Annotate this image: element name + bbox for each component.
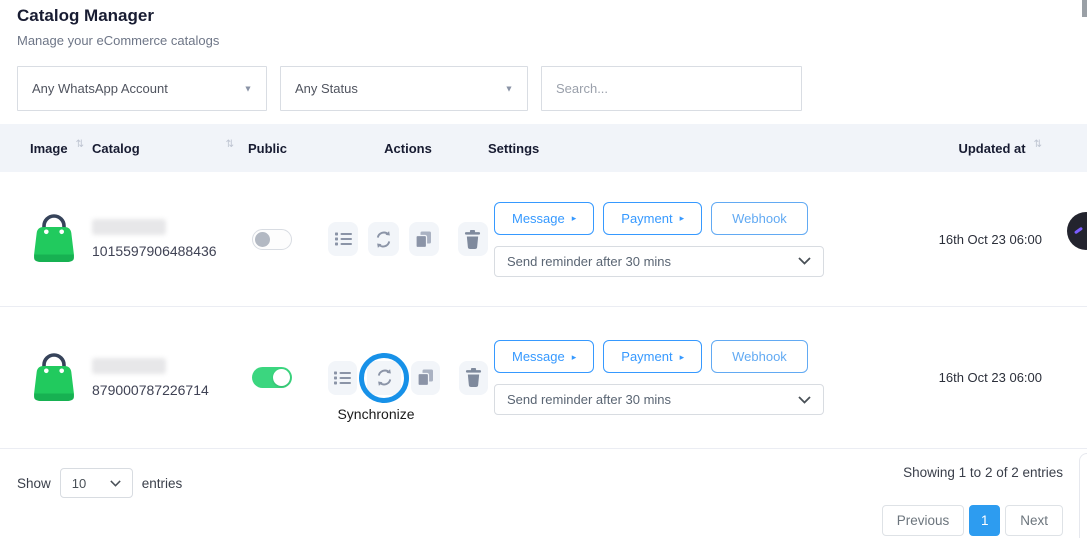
whatsapp-account-select[interactable]: Any WhatsApp Account ▼ — [17, 66, 267, 111]
delete-button[interactable] — [459, 361, 488, 395]
public-toggle-off[interactable] — [252, 229, 292, 250]
caret-right-icon: ▸ — [680, 352, 685, 363]
chevron-down-icon — [798, 257, 811, 265]
payment-button[interactable]: Payment ▸ — [603, 340, 702, 373]
settings-buttons: Message ▸ Payment ▸ Webhook — [494, 202, 870, 235]
caret-right-icon: ▸ — [680, 213, 685, 224]
actions-cell: Synchronize — [328, 361, 488, 395]
reminder-select[interactable]: Send reminder after 30 mins — [494, 384, 824, 415]
payment-button[interactable]: Payment ▸ — [603, 202, 702, 235]
table-row: 1015597906488436 — [0, 172, 1087, 307]
trash-icon — [465, 368, 482, 387]
shopping-bag-icon — [30, 210, 78, 268]
settings-buttons: Message ▸ Payment ▸ Webhook — [494, 340, 870, 373]
floating-button-glyph — [1074, 227, 1083, 235]
search-input[interactable] — [542, 67, 801, 110]
delete-button[interactable] — [458, 222, 488, 256]
synchronize-button[interactable] — [368, 222, 398, 256]
chevron-down-icon — [798, 396, 811, 404]
show-entries: Show 10 entries — [17, 468, 182, 498]
sort-icon[interactable]: ⇅ — [76, 139, 84, 150]
page-subtitle: Manage your eCommerce catalogs — [17, 33, 1070, 48]
page-header: Catalog Manager Manage your eCommerce ca… — [0, 0, 1087, 48]
table-row: 879000787226714 — [0, 307, 1087, 449]
webhook-button[interactable]: Webhook — [711, 340, 808, 373]
sort-icon[interactable]: ⇅ — [226, 139, 234, 150]
entries-label: entries — [142, 476, 183, 491]
copy-icon — [415, 231, 432, 248]
footer-right: Showing 1 to 2 of 2 entries Previous 1 N… — [882, 462, 1063, 536]
synchronize-icon — [375, 368, 394, 387]
column-header-image[interactable]: Image ⇅ — [30, 141, 92, 156]
table-header: Image ⇅ Catalog ⇅ Public Actions Setting… — [0, 124, 1087, 172]
settings-cell: Message ▸ Payment ▸ Webhook Send reminde… — [488, 202, 870, 277]
details-button[interactable] — [328, 361, 357, 395]
public-cell — [248, 229, 328, 250]
webhook-button[interactable]: Webhook — [711, 202, 808, 235]
column-header-settings: Settings — [488, 141, 870, 156]
caret-right-icon: ▸ — [572, 213, 577, 224]
caret-right-icon: ▸ — [572, 352, 577, 363]
reminder-select-value: Send reminder after 30 mins — [507, 392, 671, 407]
message-button[interactable]: Message ▸ — [494, 340, 594, 373]
settings-cell: Message ▸ Payment ▸ Webhook Send reminde… — [488, 340, 870, 415]
synchronize-tooltip: Synchronize — [316, 406, 436, 422]
search-box — [541, 66, 802, 111]
sort-icon[interactable]: ⇅ — [1034, 139, 1042, 150]
table-footer: Show 10 entries Showing 1 to 2 of 2 entr… — [0, 449, 1087, 536]
filter-bar: Any WhatsApp Account ▼ Any Status ▼ — [17, 66, 1070, 111]
chevron-down-icon — [110, 480, 121, 487]
show-label: Show — [17, 476, 51, 491]
catalog-image-cell — [30, 210, 92, 268]
synchronize-icon — [374, 230, 393, 249]
catalog-id: 879000787226714 — [92, 382, 248, 398]
catalog-id: 1015597906488436 — [92, 243, 248, 259]
page-size-select[interactable]: 10 — [60, 468, 133, 498]
previous-page-button[interactable]: Previous — [882, 505, 965, 536]
catalog-image-cell — [30, 349, 92, 407]
page-title: Catalog Manager — [17, 6, 1070, 26]
column-header-updated-at[interactable]: Updated at ⇅ — [870, 141, 1042, 156]
public-cell — [248, 367, 328, 388]
catalog-cell: 1015597906488436 — [92, 219, 248, 259]
toggle-knob — [255, 232, 270, 247]
pagination: Previous 1 Next — [882, 505, 1063, 536]
caret-down-icon: ▼ — [244, 84, 253, 94]
trash-icon — [464, 230, 481, 249]
column-header-catalog[interactable]: Catalog ⇅ — [92, 141, 248, 156]
caret-down-icon: ▼ — [505, 84, 514, 94]
current-page-button[interactable]: 1 — [969, 505, 1000, 536]
scrollbar-thumb[interactable] — [1082, 0, 1087, 17]
next-page-button[interactable]: Next — [1005, 505, 1063, 536]
duplicate-button[interactable] — [409, 222, 439, 256]
updated-at-cell: 16th Oct 23 06:00 — [870, 232, 1042, 247]
redacted-catalog-name — [92, 358, 166, 374]
showing-text: Showing 1 to 2 of 2 entries — [903, 465, 1063, 480]
list-icon — [334, 371, 351, 385]
public-toggle-on[interactable] — [252, 367, 292, 388]
list-icon — [335, 232, 352, 246]
column-header-public: Public — [248, 141, 328, 156]
redacted-catalog-name — [92, 219, 166, 235]
duplicate-button[interactable] — [411, 361, 440, 395]
details-button[interactable] — [328, 222, 358, 256]
page-size-value: 10 — [72, 476, 86, 491]
toggle-knob — [273, 369, 290, 386]
shopping-bag-icon — [30, 349, 78, 407]
synchronize-button[interactable] — [367, 361, 401, 395]
copy-icon — [417, 369, 434, 386]
catalog-cell: 879000787226714 — [92, 358, 248, 398]
message-button[interactable]: Message ▸ — [494, 202, 594, 235]
status-select[interactable]: Any Status ▼ — [280, 66, 528, 111]
side-panel-edge — [1079, 453, 1087, 538]
actions-cell — [328, 222, 488, 256]
status-select-value: Any Status — [295, 81, 358, 96]
column-header-actions: Actions — [328, 141, 488, 156]
updated-at-cell: 16th Oct 23 06:00 — [870, 370, 1042, 385]
whatsapp-account-select-value: Any WhatsApp Account — [32, 81, 168, 96]
reminder-select-value: Send reminder after 30 mins — [507, 254, 671, 269]
reminder-select[interactable]: Send reminder after 30 mins — [494, 246, 824, 277]
